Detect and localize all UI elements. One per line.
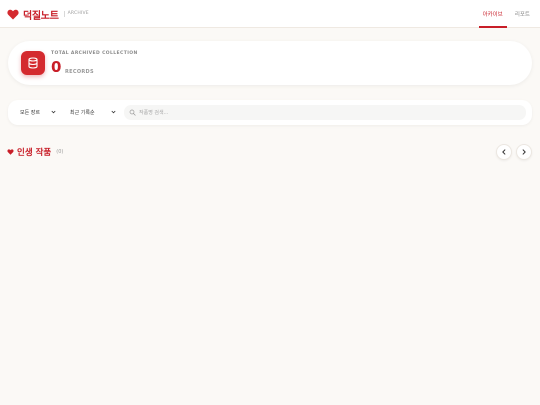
- carousel-next-button[interactable]: [516, 144, 532, 160]
- nav-tab-report[interactable]: 리포트: [511, 0, 534, 28]
- brand[interactable]: 덕질노트 ARCHIVE: [7, 6, 89, 22]
- chevron-right-icon: [522, 149, 526, 155]
- search-input[interactable]: [139, 106, 519, 119]
- stats-card: TOTAL ARCHIVED COLLECTION 0 RECORDS: [8, 41, 532, 85]
- nav-tab-archive[interactable]: 아카이브: [478, 0, 507, 28]
- database-icon: [21, 51, 45, 75]
- section-title: 인생 작품: [17, 148, 52, 158]
- section-count: (0): [56, 149, 64, 155]
- brand-name: 덕질노트: [23, 10, 59, 22]
- carousel-prev-button[interactable]: [496, 144, 512, 160]
- heart-icon: [7, 9, 19, 19]
- brand-subtitle: ARCHIVE: [63, 11, 89, 17]
- stats-unit: RECORDS: [65, 69, 94, 75]
- sort-select-value: 최근 기록순: [70, 110, 95, 116]
- genre-select[interactable]: 모든 장르: [15, 105, 56, 120]
- genre-select-value: 모든 장르: [20, 110, 40, 116]
- chevron-left-icon: [502, 149, 506, 155]
- app-header: 덕질노트 ARCHIVE 아카이브 리포트: [0, 0, 540, 28]
- stats-count: 0: [51, 58, 62, 76]
- main-nav: 아카이브 리포트: [475, 0, 534, 28]
- chevron-down-icon: [111, 110, 116, 114]
- search-icon: [129, 109, 136, 116]
- search-box: [124, 105, 526, 120]
- sort-select[interactable]: 최근 기록순: [63, 105, 116, 120]
- heart-icon: [7, 149, 14, 155]
- section-header: 인생 작품 (0): [7, 145, 63, 159]
- filter-bar: 모든 장르 최근 기록순: [8, 100, 532, 125]
- stats-label: TOTAL ARCHIVED COLLECTION: [51, 51, 138, 56]
- chevron-down-icon: [51, 110, 56, 114]
